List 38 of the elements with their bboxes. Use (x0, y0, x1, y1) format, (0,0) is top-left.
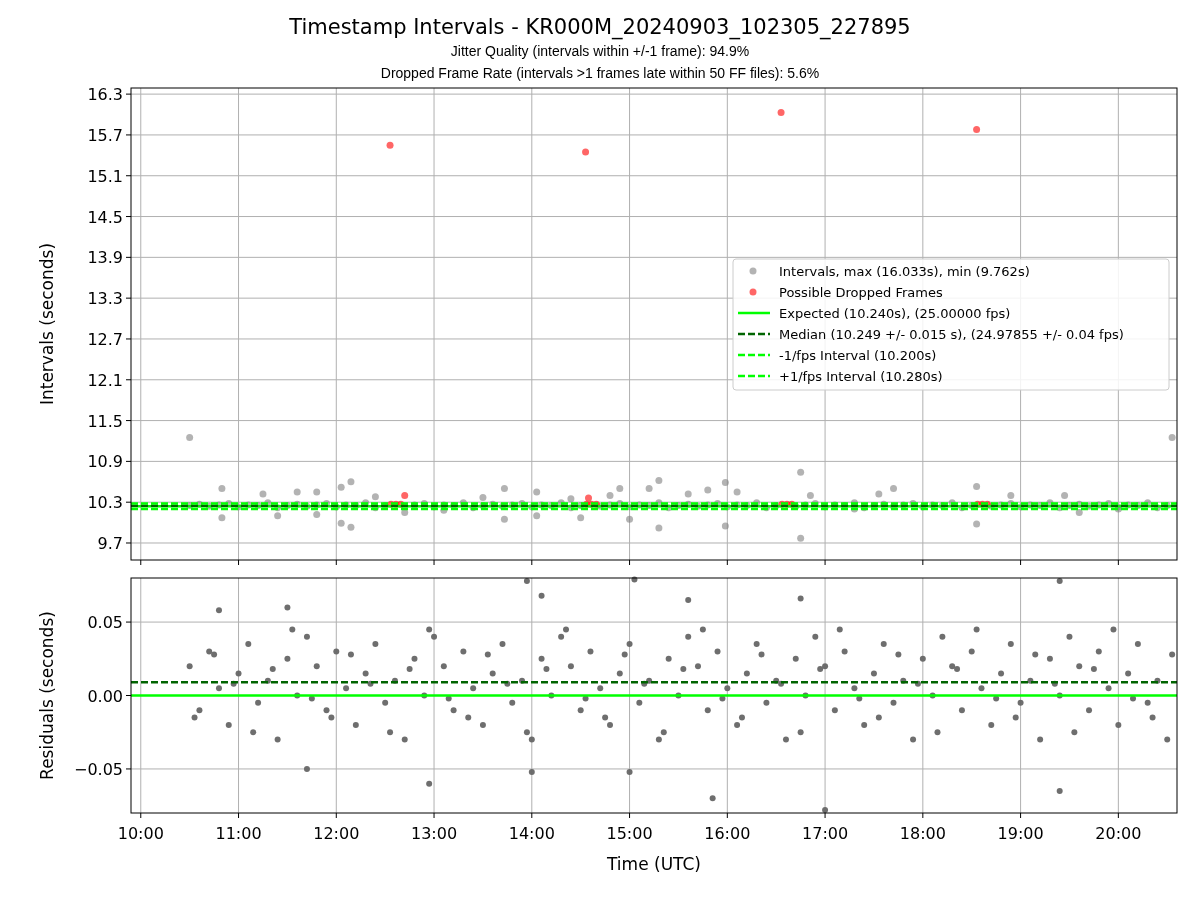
y-tick-label: 0.05 (87, 613, 123, 633)
x-tick-label: 19:00 (997, 824, 1044, 843)
y-tick-label: 12.7 (87, 329, 123, 349)
legend-label: -1/fps Interval (10.200s) (779, 347, 937, 363)
x-tick-label: 17:00 (802, 824, 849, 843)
y-tick-label: 15.7 (87, 125, 123, 145)
x-tick-label: 12:00 (313, 824, 360, 843)
x-tick-label: 14:00 (508, 824, 555, 843)
y-tick-label: 10.9 (87, 452, 123, 472)
y-axis-label: Intervals (seconds) (37, 242, 57, 406)
x-tick-label: 10:00 (117, 824, 164, 843)
y-tick-label: 14.5 (87, 207, 123, 227)
y-tick-label: 12.1 (87, 370, 123, 390)
legend-label: Expected (10.240s), (25.00000 fps) (779, 305, 1011, 321)
y-tick-label: 15.1 (87, 166, 123, 186)
y-tick-label: 13.9 (87, 248, 123, 268)
legend-label: Median (10.249 +/- 0.015 s), (24.97855 +/- 0.04 fps) (779, 326, 1124, 342)
chart-title: Timestamp Intervals - KR000M_20240903_102305_227895 (289, 14, 911, 40)
y-tick-label: 9.7 (97, 534, 123, 553)
legend-label: Possible Dropped Frames (779, 284, 943, 300)
x-tick-label: 18:00 (899, 824, 946, 843)
x-tick-label: 15:00 (606, 824, 653, 843)
legend-label: Intervals, max (16.033s), min (9.762s) (779, 263, 1030, 279)
x-tick-label: 11:00 (215, 824, 262, 843)
y-axis-label: Residuals (seconds) (37, 611, 57, 780)
x-tick-label: 13:00 (411, 824, 458, 843)
x-tick-label: 16:00 (704, 824, 751, 843)
y-tick-label: 16.3 (87, 85, 123, 105)
y-tick-label: 13.3 (87, 289, 123, 309)
legend-label: +1/fps Interval (10.280s) (779, 368, 943, 384)
chart-subtitle: Jitter Quality (intervals within +/-1 frame): 94.9% (450, 42, 750, 61)
y-tick-label: 0.00 (87, 686, 123, 706)
y-tick-label: 11.5 (87, 411, 123, 431)
x-tick-label: 20:00 (1095, 824, 1142, 843)
x-axis-label: Time (UTC) (607, 854, 701, 874)
y-tick-label: −0.05 (73, 759, 123, 779)
chart-subtitle: Dropped Frame Rate (intervals >1 frames late within 50 FF files): 5.6% (380, 64, 820, 83)
y-tick-label: 10.3 (87, 493, 123, 513)
